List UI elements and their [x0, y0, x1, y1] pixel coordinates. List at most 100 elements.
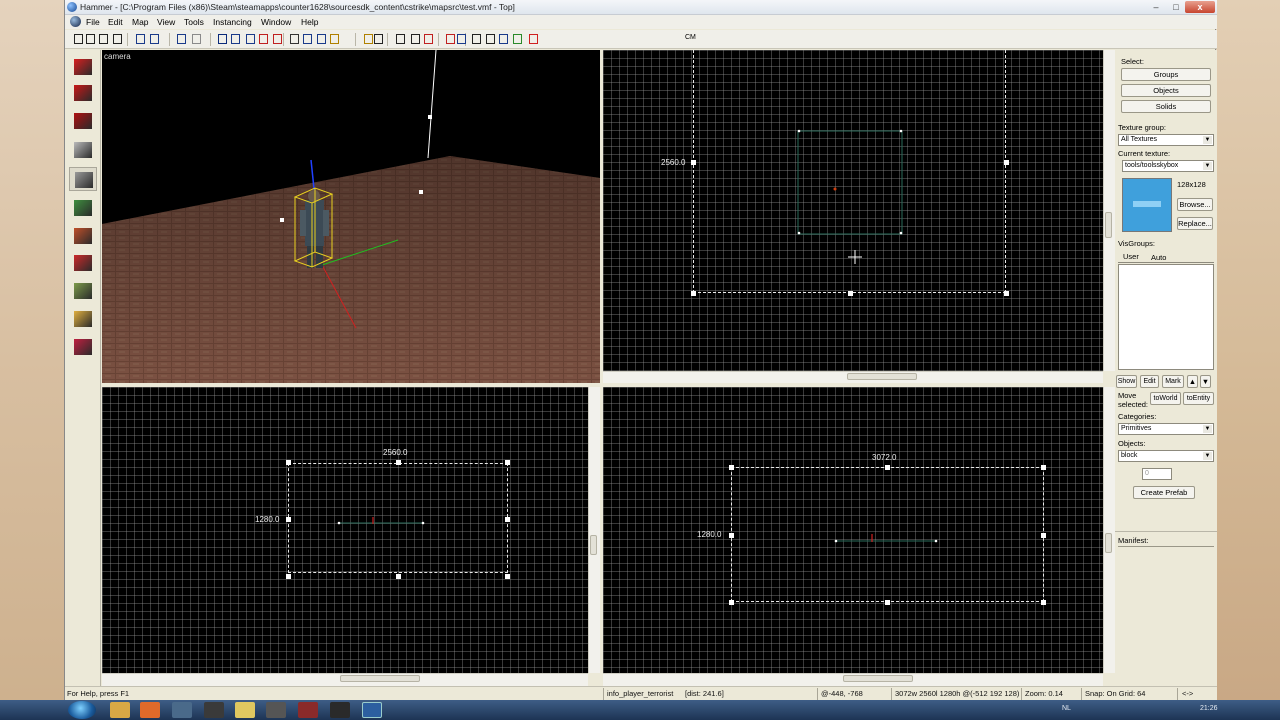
visgroup-edit-button[interactable]: Edit [1140, 375, 1159, 388]
menu-edit[interactable]: Edit [108, 17, 123, 27]
cut-icon[interactable] [289, 33, 300, 45]
menu-help[interactable]: Help [301, 17, 318, 27]
overlay-tool[interactable] [69, 279, 97, 303]
top-viewport-vscroll[interactable] [1103, 50, 1115, 371]
menu-window[interactable]: Window [261, 17, 291, 27]
texture-group-select[interactable]: All Textures ▼ [1118, 134, 1214, 146]
carve-icon[interactable] [217, 33, 228, 45]
system-clock[interactable]: 21:26 [1200, 705, 1218, 712]
select-groups-button[interactable]: Groups [1121, 68, 1211, 81]
cordon-icon[interactable] [272, 33, 283, 45]
close-button[interactable]: x [1185, 1, 1215, 13]
menu-view[interactable]: View [157, 17, 175, 27]
vertex-tool[interactable] [69, 335, 97, 359]
front-viewport-hscroll[interactable] [102, 673, 588, 686]
save-window-state-icon[interactable] [149, 33, 160, 45]
explorer-task-icon[interactable] [110, 702, 130, 718]
texture-preview[interactable] [1122, 178, 1172, 232]
camera-viewport[interactable]: camera [102, 50, 600, 383]
top-viewport-hscroll[interactable] [603, 371, 1103, 383]
scroll-thumb[interactable] [340, 675, 420, 682]
clipping-tool[interactable] [69, 307, 97, 331]
top-2d-viewport[interactable]: 2560.0 [603, 50, 1103, 371]
steam-task-icon[interactable] [204, 702, 224, 718]
menu-instancing[interactable]: Instancing [213, 17, 252, 27]
minimize-button[interactable]: – [1147, 1, 1165, 13]
firefox-task-icon[interactable] [140, 702, 160, 718]
decal-tool[interactable] [69, 251, 97, 275]
texture-application-tool[interactable] [69, 196, 97, 220]
visgroup-mark-button[interactable]: Mark [1162, 375, 1184, 388]
entity-tool[interactable] [69, 138, 97, 162]
menu-map[interactable]: Map [132, 17, 149, 27]
selection-handle[interactable] [419, 190, 423, 194]
show-helpers-icon[interactable] [471, 33, 482, 45]
move-up-button[interactable]: ▲ [1187, 375, 1198, 388]
app-task-icon[interactable] [266, 702, 286, 718]
block-tool[interactable] [69, 167, 97, 191]
redo-icon[interactable] [191, 33, 202, 45]
replace-button[interactable]: Replace... [1177, 217, 1213, 230]
move-down-button[interactable]: ▼ [1200, 375, 1211, 388]
check-map-icon[interactable] [498, 33, 509, 45]
side-viewport-vscroll[interactable] [1103, 387, 1115, 673]
copy-icon[interactable] [302, 33, 313, 45]
undo-icon[interactable] [176, 33, 187, 45]
selection-handle[interactable] [280, 218, 284, 222]
front-viewport-vscroll[interactable] [588, 387, 600, 673]
network-task-icon[interactable] [172, 702, 192, 718]
grid-toggle-icon[interactable] [73, 33, 84, 45]
compile-icon[interactable] [512, 33, 523, 45]
ignore-groups-icon[interactable] [410, 33, 421, 45]
visgroups-tab-auto[interactable]: Auto [1151, 253, 1166, 262]
magnify-tool[interactable] [69, 81, 97, 105]
entity-report-icon[interactable] [485, 33, 496, 45]
scroll-thumb[interactable] [1105, 533, 1112, 553]
visgroup-show-button[interactable]: Show [1116, 375, 1137, 388]
scroll-thumb[interactable] [590, 535, 597, 555]
scroll-thumb[interactable] [843, 675, 913, 682]
visgroups-list[interactable] [1118, 264, 1214, 370]
grid-larger-icon[interactable] [98, 33, 109, 45]
scroll-thumb[interactable] [1105, 212, 1112, 238]
mirror-horizontal-icon[interactable] [423, 33, 434, 45]
to-world-button[interactable]: toWorld [1150, 392, 1181, 405]
notes-task-icon[interactable] [235, 702, 255, 718]
selection-handle[interactable] [428, 115, 432, 119]
menu-tools[interactable]: Tools [184, 17, 204, 27]
browse-button[interactable]: Browse... [1177, 198, 1213, 211]
snap-to-grid-icon[interactable] [395, 33, 406, 45]
start-button[interactable] [68, 701, 96, 719]
load-window-state-icon[interactable] [135, 33, 146, 45]
steam2-task-icon[interactable] [330, 702, 350, 718]
current-texture-select[interactable]: tools/toolsskybox ▼ [1122, 160, 1214, 172]
select-objects-button[interactable]: Objects [1121, 84, 1211, 97]
grid-3d-icon[interactable] [112, 33, 123, 45]
hide-icon[interactable] [258, 33, 269, 45]
apply-current-texture-tool[interactable] [69, 224, 97, 248]
front-2d-viewport[interactable]: 2560.0 1280.0 [102, 387, 588, 673]
mirror-vertical-icon[interactable] [445, 33, 456, 45]
side-2d-viewport[interactable]: 3072.0 1280.0 [603, 387, 1103, 673]
document-icon[interactable] [70, 16, 81, 27]
selection-box-icon[interactable] [373, 33, 384, 45]
media-task-icon[interactable] [298, 702, 318, 718]
create-prefab-button[interactable]: Create Prefab [1133, 486, 1195, 499]
camera-tool[interactable] [69, 109, 97, 133]
cordon-map-label[interactable]: CM [685, 34, 696, 41]
to-entity-button[interactable]: toEntity [1183, 392, 1214, 405]
go-icon[interactable] [528, 33, 539, 45]
language-indicator[interactable]: NL [1062, 705, 1071, 712]
faces-spinner[interactable]: 0 [1142, 468, 1172, 480]
run-map-icon[interactable] [456, 33, 467, 45]
categories-select[interactable]: Primitives ▼ [1118, 423, 1214, 435]
maximize-button[interactable]: □ [1167, 1, 1185, 13]
objects-select[interactable]: block ▼ [1118, 450, 1214, 462]
selection-tool[interactable] [69, 55, 97, 79]
side-viewport-hscroll[interactable] [603, 673, 1103, 686]
grid-smaller-icon[interactable] [85, 33, 96, 45]
group-icon[interactable] [230, 33, 241, 45]
paste-icon[interactable] [316, 33, 327, 45]
select-solids-button[interactable]: Solids [1121, 100, 1211, 113]
scroll-thumb[interactable] [847, 373, 917, 380]
